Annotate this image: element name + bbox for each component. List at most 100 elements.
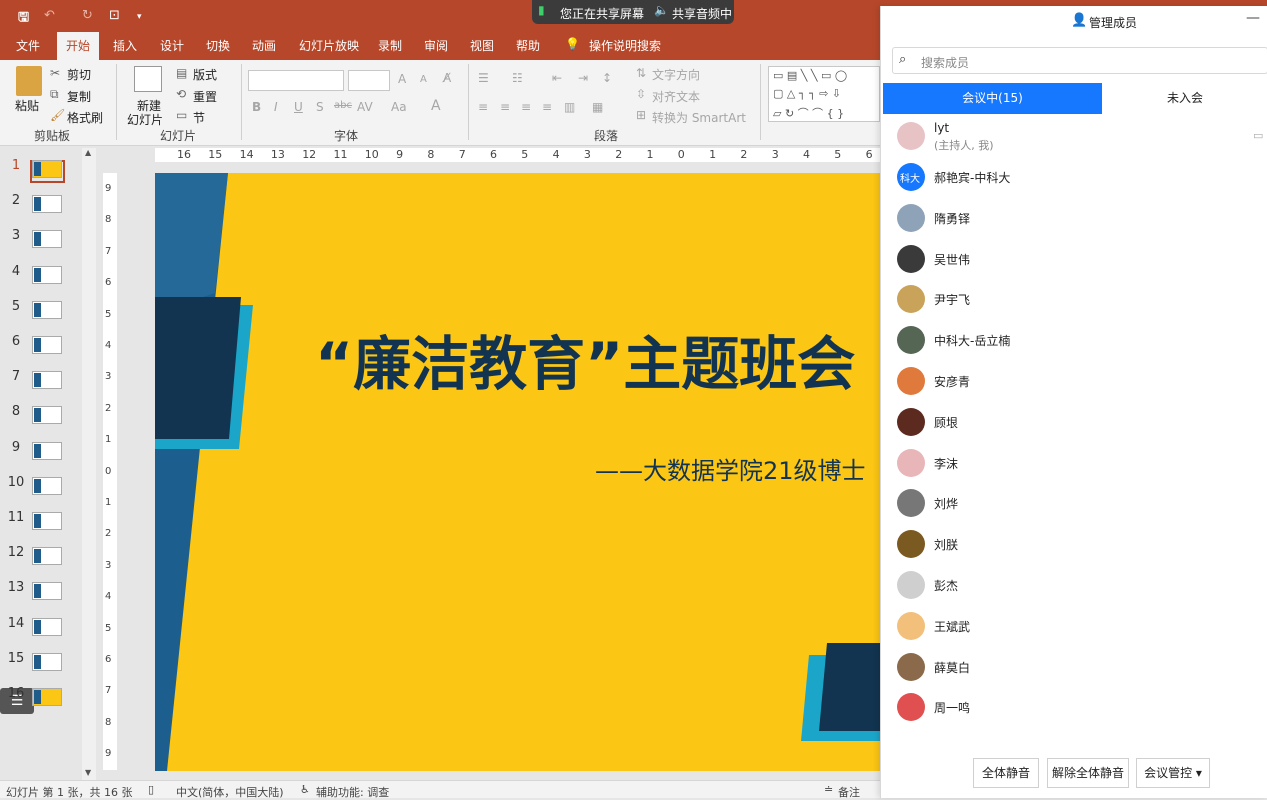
shapes-gallery[interactable]: ▭ ▤ ╲ ╲ ▭ ◯ ▢ △ ┐ ┐ ⇨ ⇩ ▱ ↻ ⌒ ⌒ { } (768, 66, 880, 122)
slide-thumbnail[interactable] (32, 195, 62, 214)
slide-canvas[interactable]: “廉洁教育”主题班会 ——大数据学院21级博士 (155, 173, 880, 771)
format-painter-button[interactable]: 格式刷 (67, 109, 103, 126)
tab-review[interactable]: 审阅 (424, 37, 448, 54)
vertical-ruler[interactable]: 9 8 7 6 5 4 3 2 1 0 1 2 3 4 5 6 7 8 9 (103, 173, 117, 770)
shadow-button[interactable]: S (316, 100, 324, 114)
member-row[interactable]: 薛莫白 (881, 646, 1267, 687)
member-row[interactable]: 彭杰 (881, 564, 1267, 605)
shrink-font-icon[interactable]: A (420, 74, 427, 85)
italic-button[interactable]: I (274, 100, 278, 114)
member-row[interactable]: 安彦青 (881, 360, 1267, 401)
slide-subtitle[interactable]: ——大数据学院21级博士 (595, 451, 866, 486)
member-row[interactable]: 刘烨 (881, 482, 1267, 523)
layout-button[interactable]: 版式 (193, 66, 217, 83)
member-row[interactable]: 吴世伟 (881, 238, 1267, 279)
justify-icon[interactable]: ≡ (542, 100, 552, 114)
new-slide-icon[interactable] (134, 66, 162, 92)
member-row[interactable]: 尹宇飞 (881, 278, 1267, 319)
member-search-input[interactable]: ⌕ 搜索成员 (892, 47, 1267, 74)
share-status-pill[interactable]: ▮ 您正在共享屏幕 🔈 共享音频中 (532, 0, 734, 24)
horizontal-ruler[interactable]: 16 15 14 13 12 11 10 9 8 7 6 5 4 3 2 1 0 1 2 3 4 5 6 (155, 148, 880, 162)
align-left-icon[interactable]: ≡ (478, 100, 488, 114)
member-row[interactable]: 顾垠 (881, 401, 1267, 442)
slide-thumbnail[interactable] (32, 547, 62, 566)
tab-animations[interactable]: 动画 (252, 37, 276, 54)
member-row[interactable]: 隋勇铎 (881, 197, 1267, 238)
distributed-icon[interactable]: ▥ (564, 100, 575, 114)
scroll-down-arrow-icon[interactable]: ▼ (85, 768, 91, 777)
thumbnail-scrollbar[interactable]: ▲ ▼ (82, 148, 96, 780)
unmute-all-button[interactable]: 解除全体静音 (1047, 758, 1129, 788)
spellcheck-icon[interactable]: ▯ (148, 783, 154, 796)
slide-thumbnail[interactable] (32, 688, 62, 706)
member-row[interactable]: 中科大-岳立楠 (881, 319, 1267, 360)
indent-increase-icon[interactable]: ⇥ (578, 71, 588, 85)
save-icon[interactable]: 🖫 (18, 8, 29, 30)
text-direction-button[interactable]: 文字方向 (652, 66, 700, 83)
tab-transitions[interactable]: 切换 (206, 37, 230, 54)
tab-help[interactable]: 帮助 (516, 37, 540, 54)
mute-all-button[interactable]: 全体静音 (973, 758, 1039, 788)
paste-icon[interactable] (16, 66, 42, 96)
slide-thumbnail[interactable] (32, 582, 62, 601)
font-size-combo[interactable] (348, 70, 390, 91)
member-row-host[interactable]: lyt (主持人, 我) ▭ (881, 115, 1267, 156)
slide-thumbnail[interactable] (32, 265, 62, 284)
slide-thumbnail[interactable] (32, 336, 62, 354)
tab-in-meeting[interactable]: 会议中(15) (883, 83, 1102, 114)
tell-me-search[interactable]: 操作说明搜索 (589, 37, 661, 54)
slide-thumbnail[interactable] (32, 512, 62, 530)
slide-thumbnail[interactable] (32, 476, 62, 495)
smartart-button[interactable]: 转换为 SmartArt (652, 109, 746, 126)
indent-decrease-icon[interactable]: ⇤ (552, 71, 562, 85)
align-center-icon[interactable]: ≡ (500, 100, 510, 114)
slide-title[interactable]: “廉洁教育”主题班会 (315, 317, 855, 401)
tab-design[interactable]: 设计 (160, 37, 184, 54)
member-row[interactable]: 周一鸣 (881, 686, 1267, 727)
tab-home[interactable]: 开始 (57, 32, 99, 60)
member-row[interactable]: 王斌武 (881, 605, 1267, 646)
slide-thumbnail[interactable] (32, 652, 62, 671)
presenter-icon[interactable]: ⊡ (109, 8, 120, 23)
align-text-button[interactable]: 对齐文本 (652, 88, 700, 105)
tab-insert[interactable]: 插入 (113, 37, 137, 54)
columns-icon[interactable]: ▦ (592, 100, 603, 114)
meeting-control-button[interactable]: 会议管控 ▾ (1136, 758, 1210, 788)
slide-thumbnail[interactable] (32, 441, 62, 460)
member-row[interactable]: 科大 郝艳宾-中科大 (881, 156, 1267, 197)
char-spacing-button[interactable]: AV (357, 100, 373, 114)
line-spacing-icon[interactable]: ↕ (602, 71, 612, 85)
slide-thumbnail[interactable] (32, 371, 62, 390)
copy-button[interactable]: 复制 (67, 88, 91, 105)
tab-slideshow[interactable]: 幻灯片放映 (299, 37, 359, 54)
section-button[interactable]: 节 (193, 109, 205, 126)
align-right-icon[interactable]: ≡ (521, 100, 531, 114)
redo-icon[interactable]: ↻ (82, 8, 93, 23)
tab-record[interactable]: 录制 (378, 37, 402, 54)
tab-view[interactable]: 视图 (470, 37, 494, 54)
font-color-button[interactable]: A (431, 98, 441, 114)
bullets-icon[interactable]: ☰ (478, 71, 489, 85)
numbering-icon[interactable]: ☷ (512, 71, 523, 85)
tab-file[interactable]: 文件 (16, 37, 40, 54)
member-row[interactable]: 刘朕 (881, 523, 1267, 564)
new-slide-label-2[interactable]: 幻灯片 (127, 111, 163, 128)
bold-button[interactable]: B (252, 100, 261, 114)
slide-thumbnail[interactable] (32, 230, 62, 249)
tab-not-joined[interactable]: 未入会 (1102, 83, 1267, 114)
reset-button[interactable]: 重置 (193, 88, 217, 105)
strike-button[interactable]: abc (334, 100, 352, 111)
slide-thumbnail[interactable] (32, 406, 62, 425)
member-row[interactable]: 李沫 (881, 442, 1267, 483)
underline-button[interactable]: U (294, 100, 303, 114)
clear-format-icon[interactable]: A̸ (443, 71, 451, 85)
slide-thumbnail[interactable] (32, 300, 62, 319)
slide-thumbnail[interactable] (32, 617, 62, 636)
paste-button[interactable]: 粘贴 (15, 97, 39, 114)
undo-icon[interactable]: ↶ (44, 8, 55, 23)
grow-font-icon[interactable]: A (398, 72, 406, 86)
customize-qa-icon[interactable]: ▾ (137, 12, 142, 22)
minimize-icon[interactable]: — (1246, 10, 1260, 26)
cut-button[interactable]: 剪切 (67, 66, 91, 83)
change-case-button[interactable]: Aa (391, 100, 407, 114)
